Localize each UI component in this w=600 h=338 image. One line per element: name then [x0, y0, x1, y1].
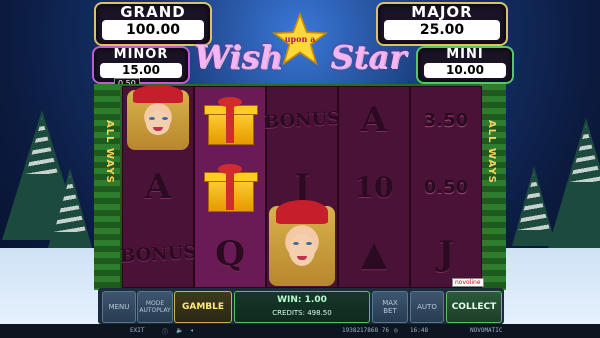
frame-side-text-left: ALL WAYS — [104, 120, 115, 184]
mode-autoplay-button[interactable]: MODE AUTOPLAY — [137, 291, 173, 323]
clock-time: 16:48 — [410, 327, 429, 334]
jackpot-minor-label: MINOR — [113, 47, 169, 62]
tree-icon: ▲ — [360, 234, 388, 274]
game-logo: Wish upon a Star — [190, 12, 410, 84]
win-amount: WIN: 1.00 — [277, 295, 327, 305]
mode-label: MODE — [145, 300, 165, 307]
gamble-button-label: GAMBLE — [181, 302, 225, 312]
exit-link[interactable]: EXIT — [130, 327, 144, 334]
gift-symbol — [204, 164, 258, 212]
credits-amount: CREDITS: 498.50 — [272, 309, 332, 317]
reels: A BONUS Q BONUS J A 10 ▲ 3.50 0.50 J — [119, 85, 482, 288]
letter-symbol: A — [360, 100, 388, 140]
reel-cell: Q — [195, 221, 265, 287]
auto-button[interactable]: AUTO — [410, 291, 444, 323]
jackpot-major-label: MAJOR — [411, 3, 473, 21]
brand-logo: NOVOMATIC — [470, 327, 503, 334]
mode-value: AUTOPLAY — [139, 307, 171, 314]
pine-tree — [548, 118, 600, 248]
letter-symbol: 10 — [354, 170, 394, 204]
jackpot-grand-value: 100.00 — [102, 20, 204, 40]
jackpot-minor-value: 15.00 — [100, 63, 182, 78]
auto-button-label: AUTO — [417, 303, 437, 311]
logo-word-star: Star — [330, 38, 406, 76]
reel-5: 3.50 0.50 J — [410, 86, 482, 288]
elf-girl-symbol — [269, 199, 335, 286]
clock-icon: ◷ — [394, 327, 398, 334]
reel-cell: ▲ — [339, 221, 409, 287]
reel-cell: 10 — [339, 154, 409, 220]
cash-value-symbol: 0.50 — [423, 176, 469, 198]
reel-1: A BONUS — [119, 85, 197, 288]
logo-upon-a: upon a — [284, 34, 316, 44]
frame-side-text-right: ALL WAYS — [486, 120, 497, 184]
reel-cell: 0.50 — [411, 154, 481, 220]
menu-button-label: MENU — [108, 303, 130, 311]
collect-button-label: COLLECT — [451, 302, 497, 312]
letter-symbol: Q — [215, 234, 245, 274]
reel-cell: BONUS — [119, 221, 196, 287]
reel-cell: A — [123, 154, 193, 220]
collect-button[interactable]: COLLECT — [446, 291, 502, 323]
bonus-symbol: BONUS — [119, 241, 197, 267]
info-icon[interactable]: ⓘ — [162, 327, 168, 336]
novoline-badge: novoline — [452, 278, 484, 287]
jackpot-mini: MINI 10.00 — [416, 46, 514, 84]
session-id: 1938217868 76 — [342, 327, 389, 334]
reel-3: BONUS J — [263, 86, 341, 288]
win-credits-display: WIN: 1.00 CREDITS: 498.50 — [234, 291, 370, 323]
reel-cell: 3.50 — [411, 87, 481, 153]
reel-cell: BONUS — [263, 87, 340, 153]
reel-cell — [195, 87, 265, 153]
letter-symbol: A — [144, 167, 172, 207]
reel-4: A 10 ▲ — [338, 86, 410, 288]
sound-icon[interactable]: 🔈 — [176, 327, 183, 334]
jackpot-mini-label: MINI — [446, 47, 484, 62]
logo-word-wish: Wish — [194, 38, 283, 76]
letter-symbol: J — [437, 234, 455, 274]
reel-2: Q — [194, 86, 266, 288]
gift-symbol — [204, 97, 258, 145]
reel-cell — [123, 85, 193, 153]
jackpot-mini-value: 10.00 — [424, 63, 506, 78]
jackpot-grand-label: GRAND — [120, 3, 186, 21]
bonus-symbol: BONUS — [263, 107, 341, 133]
reel-cell: A — [339, 87, 409, 153]
max-bet-top: MAX — [382, 299, 398, 307]
max-bet-button[interactable]: MAX BET — [372, 291, 408, 323]
status-bar: EXIT ⓘ 🔈 ◂ 1938217868 76 ◷ 16:48 NOVOMAT… — [0, 324, 600, 338]
pine-tree — [48, 168, 92, 248]
reel-cell — [195, 154, 265, 220]
reel-cell — [267, 199, 337, 287]
menu-button[interactable]: MENU — [102, 291, 136, 323]
gamble-button[interactable]: GAMBLE — [174, 291, 232, 323]
elf-girl-symbol — [127, 85, 189, 150]
speaker-mute-icon[interactable]: ◂ — [190, 327, 194, 334]
jackpot-minor: MINOR 15.00 — [92, 46, 190, 84]
cash-value-symbol: 3.50 — [423, 109, 469, 131]
max-bet-bottom: BET — [383, 307, 397, 315]
